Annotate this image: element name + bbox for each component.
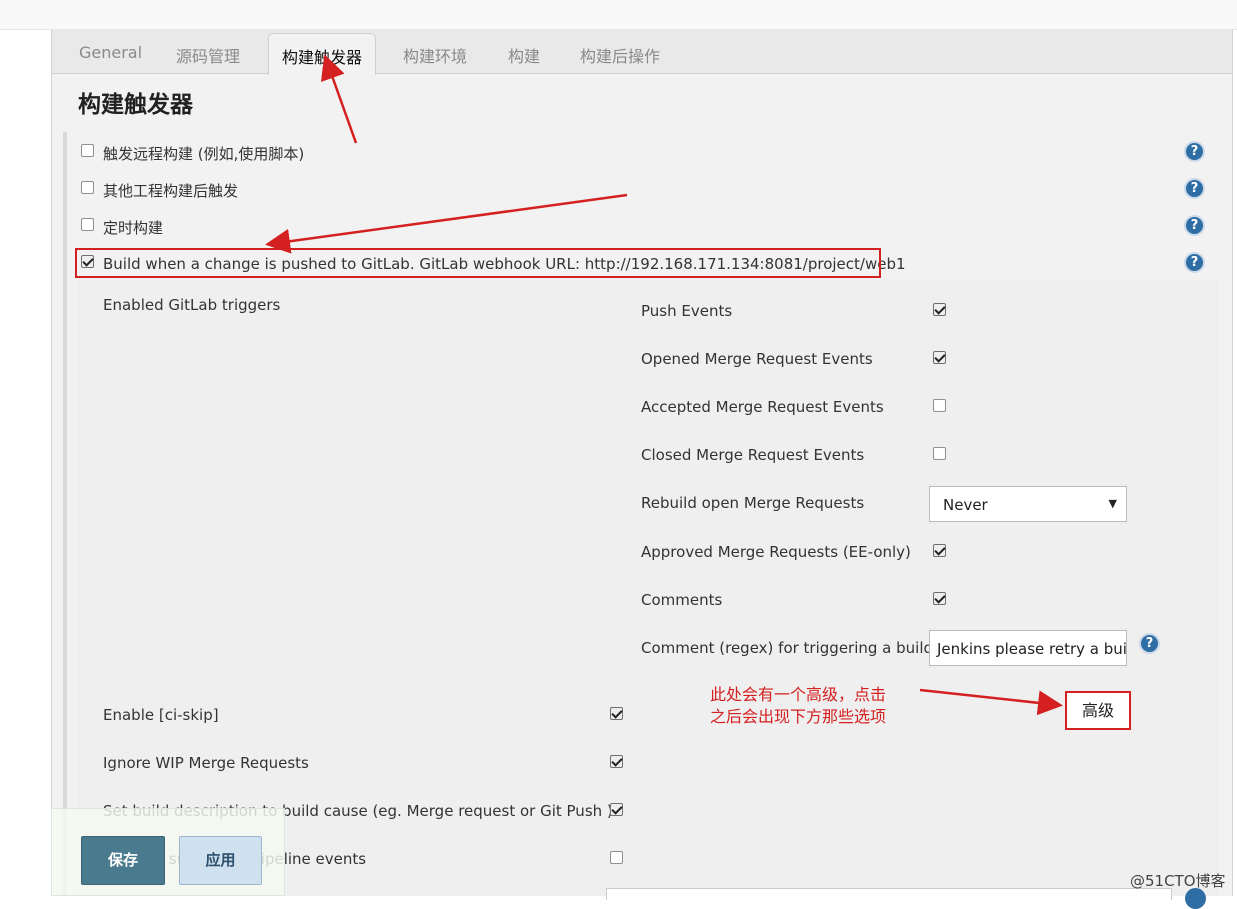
dropdown-arrow-icon: ▼ (1108, 497, 1117, 510)
comment-regex-label: Comment (regex) for triggering a build (641, 639, 934, 657)
rebuild-mr-value: Never (943, 496, 988, 514)
highlight-box (75, 248, 881, 278)
tab-post-build[interactable]: 构建后操作 (580, 43, 660, 67)
opened-mr-checkbox[interactable] (933, 351, 946, 364)
help-icon[interactable]: ? (1184, 252, 1205, 273)
help-icon[interactable]: ? (1139, 633, 1160, 654)
approved-mr-checkbox[interactable] (933, 544, 946, 557)
comments-label: Comments (641, 591, 723, 609)
ignore-wip-checkbox[interactable] (610, 755, 623, 768)
partial-input-field[interactable] (606, 888, 1172, 900)
comment-regex-input[interactable]: Jenkins please retry a build (929, 630, 1127, 666)
tab-source-control[interactable]: 源码管理 (176, 43, 240, 67)
section-title: 构建触发器 (78, 92, 193, 118)
apply-button[interactable]: 应用 (179, 836, 262, 885)
bottom-button-bar: 保存 应用 (51, 808, 285, 896)
push-events-label: Push Events (641, 302, 733, 320)
help-icon[interactable]: ? (1184, 141, 1205, 162)
help-icon[interactable]: ? (1184, 178, 1205, 199)
opened-mr-label: Opened Merge Request Events (641, 350, 873, 368)
enabled-gitlab-triggers-label: Enabled GitLab triggers (103, 296, 281, 314)
help-icon[interactable]: ? (1184, 215, 1205, 236)
approved-mr-label: Approved Merge Requests (EE-only) (641, 543, 911, 561)
trigger-remote-label: 触发远程构建 (例如,使用脚本) (103, 145, 305, 163)
trigger-remote-checkbox[interactable] (81, 144, 94, 157)
trigger-after-other-checkbox[interactable] (81, 181, 94, 194)
advanced-button[interactable]: 高级 (1065, 691, 1131, 730)
push-events-checkbox[interactable] (933, 303, 946, 316)
ci-skip-label: Enable [ci-skip] (103, 706, 219, 724)
build-description-checkbox[interactable] (610, 803, 623, 816)
tab-build-environment[interactable]: 构建环境 (403, 43, 467, 67)
tab-general[interactable]: General (79, 43, 142, 62)
rebuild-mr-label: Rebuild open Merge Requests (641, 494, 865, 512)
comments-checkbox[interactable] (933, 592, 946, 605)
accepted-mr-label: Accepted Merge Request Events (641, 398, 884, 416)
watermark: @51CTO博客 (1130, 872, 1226, 890)
rebuild-mr-select[interactable]: Never ▼ (929, 486, 1127, 522)
trigger-after-other-label: 其他工程构建后触发 (103, 182, 239, 200)
section-indent-bar (63, 132, 67, 896)
annotation-text: 此处会有一个高级，点击 之后会出现下方那些选项 (710, 684, 886, 728)
tab-build-triggers[interactable]: 构建触发器 (268, 33, 377, 75)
config-tabbar: General 源码管理 构建触发器 构建环境 构建 构建后操作 (52, 30, 1232, 75)
pipeline-events-checkbox[interactable] (610, 851, 623, 864)
tab-build[interactable]: 构建 (508, 43, 540, 67)
annotation-line-1: 此处会有一个高级，点击 (710, 685, 887, 704)
closed-mr-label: Closed Merge Request Events (641, 446, 865, 464)
annotation-line-2: 之后会出现下方那些选项 (710, 707, 887, 726)
save-button[interactable]: 保存 (81, 836, 165, 885)
accepted-mr-checkbox[interactable] (933, 399, 946, 412)
trigger-periodic-label: 定时构建 (103, 219, 164, 237)
ci-skip-checkbox[interactable] (610, 707, 623, 720)
ignore-wip-label: Ignore WIP Merge Requests (103, 754, 309, 772)
browser-top-strip (0, 0, 1237, 30)
help-icon[interactable] (1185, 888, 1206, 909)
closed-mr-checkbox[interactable] (933, 447, 946, 460)
job-config-panel: General 源码管理 构建触发器 构建环境 构建 构建后操作 构建触发器 触… (51, 30, 1233, 896)
trigger-periodic-checkbox[interactable] (81, 218, 94, 231)
